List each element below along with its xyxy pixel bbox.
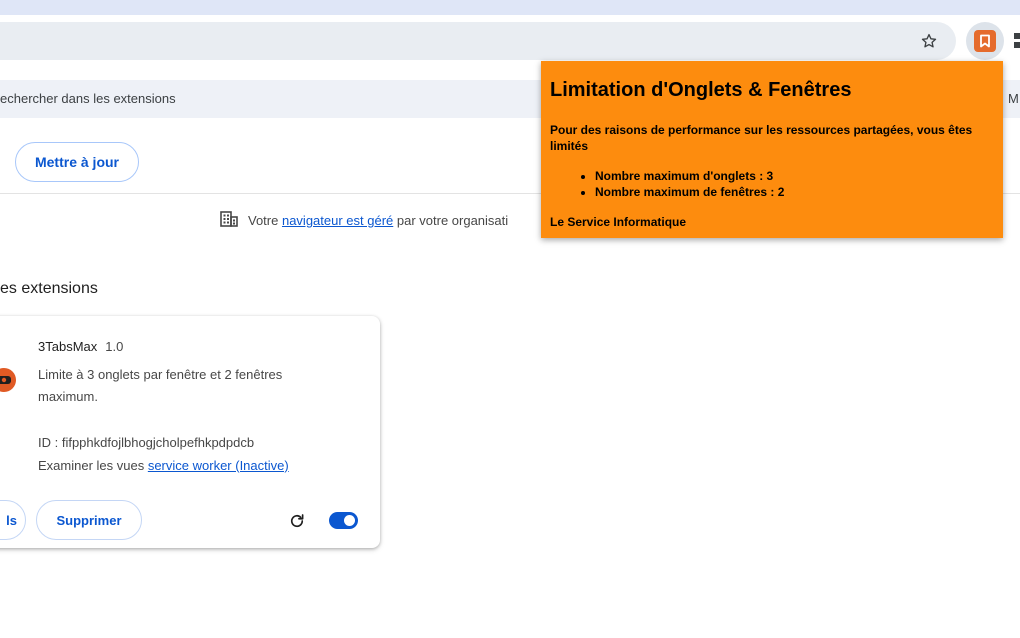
extension-toolbar-button[interactable]	[966, 22, 1004, 60]
toolbar-right-fragment: M	[1008, 91, 1019, 106]
popup-limits-list: Nombre maximum d'onglets : 3 Nombre maxi…	[595, 168, 993, 200]
managed-browser-notice: Votre navigateur est géré par votre orga…	[220, 211, 508, 230]
service-worker-link[interactable]: service worker (Inactive)	[148, 458, 289, 473]
extension-name-row: 3TabsMax 1.0	[38, 339, 123, 354]
popup-limit-tabs: Nombre maximum d'onglets : 3	[595, 168, 993, 184]
popup-message: Pour des raisons de performance sur les …	[550, 123, 973, 153]
section-title: es extensions	[0, 280, 98, 297]
reload-button[interactable]	[286, 510, 308, 532]
extension-enable-toggle[interactable]	[329, 512, 358, 529]
inspect-views-label: Examiner les vues	[38, 458, 148, 473]
extension-popup: Limitation d'Onglets & Fenêtres Pour des…	[541, 61, 1003, 238]
managed-notice-prefix: Votre	[248, 213, 282, 228]
extensions-menu-icon[interactable]	[1012, 30, 1020, 52]
bookmark-star-button[interactable]	[914, 26, 944, 56]
window-top-strip	[0, 0, 1020, 15]
extension-inspect-views: Examiner les vues service worker (Inacti…	[38, 458, 289, 473]
update-button[interactable]: Mettre à jour	[15, 142, 139, 182]
building-icon	[220, 211, 238, 230]
extension-description: Limite à 3 onglets par fenêtre et 2 fenê…	[38, 367, 283, 404]
managed-notice-suffix: par votre organisati	[393, 213, 509, 228]
popup-limit-windows: Nombre maximum de fenêtres : 2	[595, 184, 993, 200]
managed-notice-link[interactable]: navigateur est géré	[282, 213, 393, 228]
popup-title: Limitation d'Onglets & Fenêtres	[550, 79, 852, 101]
extension-id: ID : fifpphkdfojlbhogjcholpefhkpdpdcb	[38, 435, 255, 450]
toggle-knob	[344, 515, 355, 526]
extension-version: 1.0	[105, 339, 124, 354]
address-bar[interactable]	[0, 22, 956, 60]
star-icon	[921, 33, 937, 48]
popup-signature: Le Service Informatique	[550, 215, 687, 229]
remove-button[interactable]: Supprimer	[36, 500, 142, 540]
extension-name: 3TabsMax	[38, 339, 98, 354]
search-placeholder: echercher dans les extensions	[0, 91, 176, 106]
reload-icon	[290, 514, 304, 528]
bookmark-badge-icon	[974, 30, 996, 52]
